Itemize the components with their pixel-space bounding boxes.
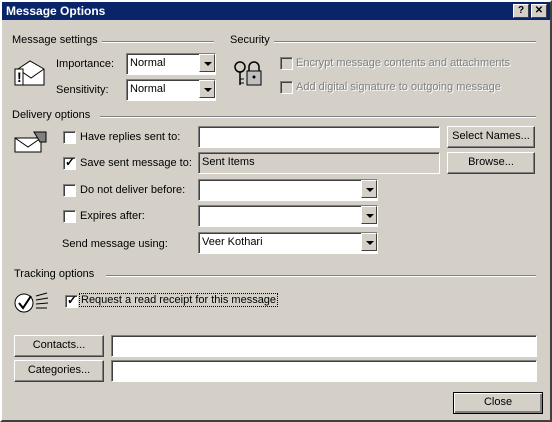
do-not-deliver-label: Do not deliver before:	[80, 184, 186, 196]
contacts-button[interactable]: Contacts...	[14, 335, 104, 357]
importance-select[interactable]: Normal	[126, 53, 216, 75]
do-not-deliver-select[interactable]	[198, 179, 378, 201]
have-replies-checkbox[interactable]	[63, 131, 76, 144]
message-options-dialog: Message Options ? ✕ Message settings ! I…	[0, 0, 552, 422]
categories-field[interactable]	[111, 360, 537, 382]
signature-label: Add digital signature to outgoing messag…	[296, 81, 501, 93]
divider	[274, 41, 536, 43]
sensitivity-select[interactable]: Normal	[126, 79, 216, 101]
title-bar[interactable]: Message Options ? ✕	[2, 2, 550, 20]
tracking-options-title: Tracking options	[14, 268, 95, 280]
help-button[interactable]: ?	[513, 4, 529, 18]
signature-checkbox[interactable]	[280, 81, 293, 94]
svg-text:!: !	[17, 69, 22, 85]
read-receipt-label: Request a read receipt for this message	[78, 293, 279, 307]
save-sent-label: Save sent message to:	[80, 157, 192, 169]
close-button[interactable]: Close	[453, 392, 543, 414]
importance-value: Normal	[130, 57, 166, 69]
envelope-importance-icon: !	[14, 57, 46, 89]
select-names-button[interactable]: Select Names...	[447, 126, 535, 148]
send-using-value: Veer Kothari	[202, 236, 263, 248]
expires-checkbox[interactable]	[63, 210, 76, 223]
key-lock-icon	[231, 57, 263, 89]
browse-button[interactable]: Browse...	[447, 152, 535, 174]
sensitivity-label: Sensitivity:	[56, 84, 109, 96]
divider	[100, 116, 536, 118]
read-receipt-check-icon	[14, 290, 50, 316]
expires-select[interactable]	[198, 205, 378, 227]
have-replies-label: Have replies sent to:	[80, 131, 181, 143]
sensitivity-value: Normal	[130, 83, 166, 95]
read-receipt-checkbox[interactable]: ✓	[65, 293, 78, 308]
divider	[102, 41, 214, 43]
chevron-down-icon[interactable]	[199, 80, 215, 98]
do-not-deliver-checkbox[interactable]	[63, 184, 76, 197]
encrypt-checkbox[interactable]	[280, 57, 293, 70]
check-icon: ✓	[65, 155, 76, 169]
delivery-options-title: Delivery options	[12, 109, 91, 121]
message-settings-title: Message settings	[12, 34, 98, 46]
close-icon[interactable]: ✕	[531, 4, 547, 18]
have-replies-field[interactable]	[198, 126, 440, 148]
expires-label: Expires after:	[80, 210, 145, 222]
importance-label: Importance:	[56, 58, 115, 70]
contacts-field[interactable]	[111, 335, 537, 357]
chevron-down-icon[interactable]	[361, 233, 377, 251]
dialog-title: Message Options	[6, 4, 106, 18]
send-using-label: Send message using:	[62, 238, 168, 250]
save-sent-value: Sent Items	[202, 156, 255, 168]
send-using-select[interactable]: Veer Kothari	[198, 232, 378, 254]
check-icon: ✓	[67, 293, 78, 307]
chevron-down-icon[interactable]	[199, 54, 215, 72]
divider	[106, 275, 536, 277]
chevron-down-icon[interactable]	[361, 206, 377, 224]
categories-button[interactable]: Categories...	[14, 360, 104, 382]
chevron-down-icon[interactable]	[361, 180, 377, 198]
security-title: Security	[230, 34, 270, 46]
delivery-envelope-icon	[14, 130, 48, 156]
encrypt-label: Encrypt message contents and attachments	[296, 57, 511, 69]
save-sent-checkbox[interactable]: ✓	[63, 155, 76, 170]
save-sent-field[interactable]: Sent Items	[198, 152, 440, 174]
